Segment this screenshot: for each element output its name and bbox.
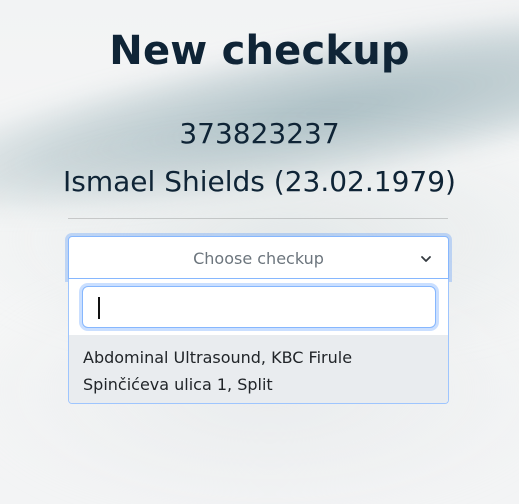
chevron-down-icon[interactable] [420, 253, 432, 265]
checkup-option-line-1: Abdominal Ultrasound, KBC Firule [83, 348, 353, 367]
checkup-option[interactable]: Abdominal Ultrasound, KBC Firule Spinčić… [69, 335, 448, 403]
dropdown-search-input[interactable] [83, 287, 435, 327]
text-caret [98, 297, 100, 319]
page-title: New checkup [109, 28, 410, 74]
patient-name-and-dob: Ismael Shields (23.02.1979) [63, 165, 456, 198]
checkup-option-line-2: Spinčićeva ulica 1, Split [83, 375, 273, 394]
dropdown-search-field[interactable] [82, 286, 436, 328]
checkup-dropdown: Abdominal Ultrasound, KBC Firule Spinčić… [68, 279, 449, 404]
checkup-select[interactable]: Choose checkup [68, 236, 449, 279]
section-divider [68, 218, 448, 219]
page-content: New checkup 373823237 Ismael Shields (23… [0, 0, 519, 504]
checkup-select-value: Choose checkup [193, 249, 324, 268]
patient-id: 373823237 [179, 117, 340, 150]
